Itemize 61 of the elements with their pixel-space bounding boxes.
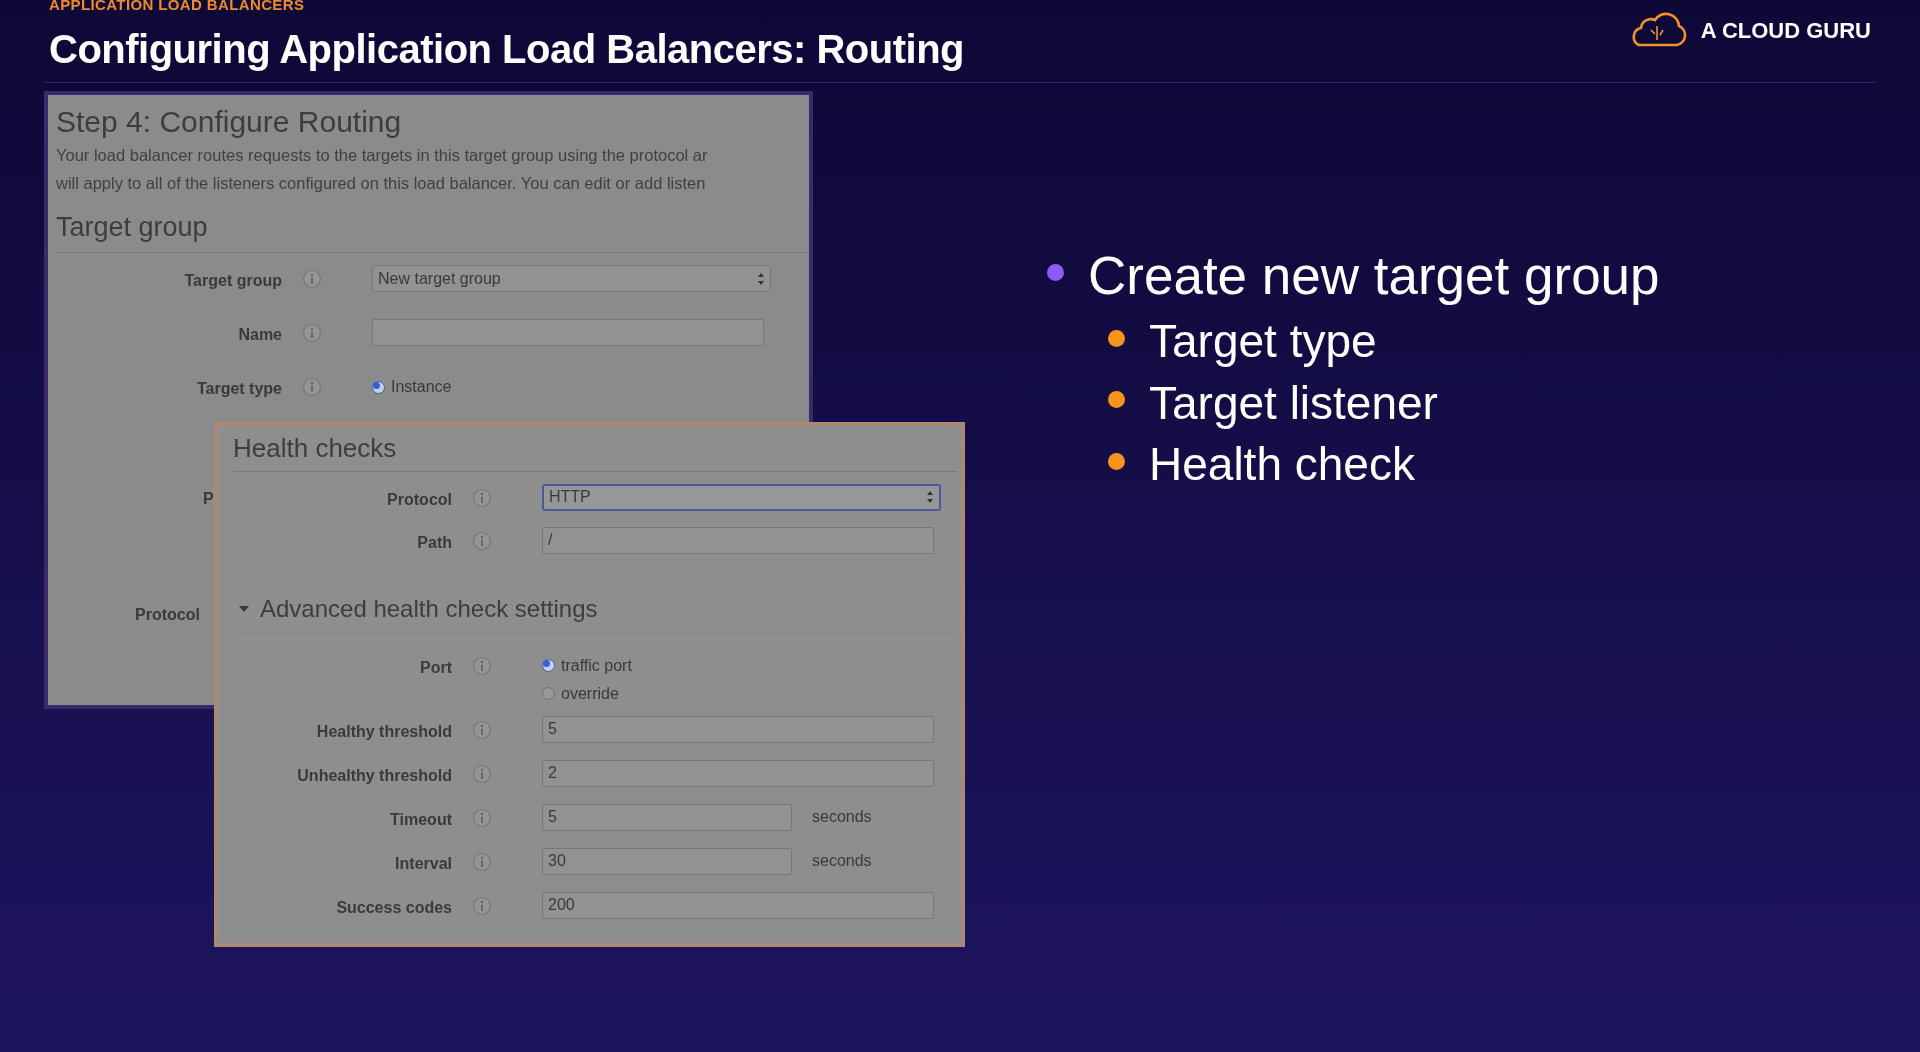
section-heading[interactable]: Advanced health check settings (260, 590, 598, 627)
caret-down-icon[interactable] (238, 603, 250, 614)
info-icon[interactable] (472, 851, 492, 872)
field-label: Success codes (335, 897, 452, 918)
bullet-text: Target type (1149, 314, 1377, 370)
field-label: Unhealthy threshold (296, 765, 452, 786)
info-icon[interactable] (302, 269, 322, 290)
info-icon[interactable] (302, 377, 322, 398)
radio-label: override (561, 683, 619, 704)
unit-label: seconds (812, 807, 872, 827)
input-field[interactable]: 5 (542, 715, 934, 743)
section-heading: Health checks (232, 432, 398, 465)
select-field[interactable]: HTTP (542, 483, 941, 511)
info-icon[interactable] (472, 895, 492, 916)
bullet-icon (1108, 452, 1125, 470)
info-icon[interactable] (302, 323, 322, 344)
logo-text: A CLOUD GURU (1700, 16, 1871, 45)
bullet-icon (1108, 391, 1125, 408)
section-label: APPLICATION LOAD BALANCERS (49, 0, 306, 12)
step-title: Step 4: Configure Routing (56, 104, 403, 140)
field-label: Target type (195, 379, 282, 400)
info-icon[interactable] (472, 655, 492, 676)
bullet-text: Target listener (1149, 375, 1438, 431)
description-text: Your load balancer routes requests to the targets in this target group using the protocol ar (56, 144, 709, 166)
radio-label: Instance (391, 377, 452, 398)
field-label: Name (237, 325, 282, 346)
info-icon[interactable] (472, 719, 492, 740)
input-field[interactable]: 5 (542, 803, 792, 831)
radio-button[interactable] (542, 687, 555, 700)
input-field[interactable]: 30 (542, 847, 792, 875)
updown-arrows-icon (757, 271, 765, 286)
field-label: Timeout (389, 809, 452, 830)
unit-label: seconds (812, 851, 872, 871)
section-heading: Target group (56, 210, 209, 244)
field-label: Interval (394, 853, 452, 874)
radio-button[interactable] (542, 659, 555, 672)
info-icon[interactable] (472, 807, 492, 828)
input-field[interactable]: / (542, 526, 934, 554)
bullet-text: Create new target group (1088, 245, 1660, 307)
field-label: Path (416, 532, 452, 553)
field-label: Healthy threshold (315, 721, 452, 742)
input-field[interactable]: 200 (542, 891, 934, 919)
field-label: Target group (183, 271, 282, 292)
field-label: Port (419, 657, 452, 678)
info-icon[interactable] (472, 530, 492, 551)
field-label: Protocol (135, 606, 200, 624)
bullet-text: Health check (1149, 437, 1415, 493)
field-label: P (203, 490, 214, 508)
description-text: will apply to all of the listeners configured on this load balancer. You can edit or add listen (56, 172, 707, 194)
input-field[interactable] (372, 319, 764, 347)
input-field[interactable]: 2 (542, 759, 934, 787)
slide-title: Configuring Application Load Balancers: Routing (49, 26, 964, 73)
radio-button[interactable] (372, 380, 385, 394)
info-icon[interactable] (472, 487, 492, 508)
select-field[interactable]: New target group (372, 265, 771, 293)
info-icon[interactable] (472, 763, 492, 784)
field-label: Protocol (386, 489, 452, 510)
radio-label: traffic port (561, 655, 632, 676)
updown-arrows-icon (926, 490, 934, 504)
bullet-icon (1047, 263, 1064, 281)
bullet-icon (1108, 329, 1125, 347)
